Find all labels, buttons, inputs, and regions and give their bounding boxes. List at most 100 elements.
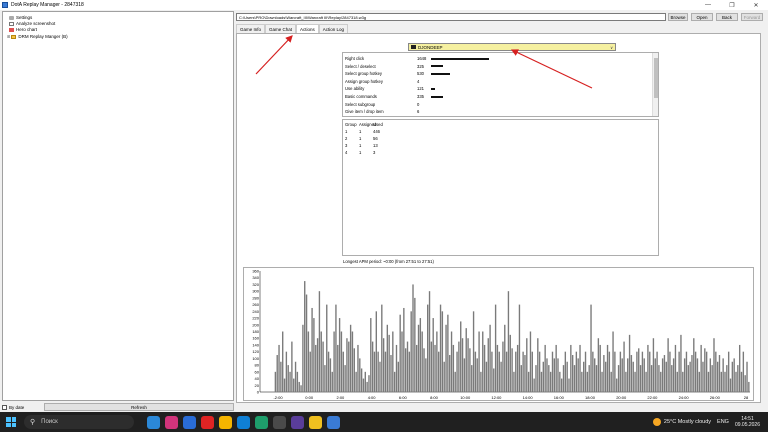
x-tick-label: 16:00 <box>554 395 565 400</box>
by-date-checkbox[interactable] <box>2 404 7 410</box>
apm-bar <box>443 361 445 392</box>
apm-bar <box>527 371 530 392</box>
task-view-icon[interactable] <box>146 415 160 429</box>
apm-bar <box>606 344 609 392</box>
apm-bar <box>412 284 414 392</box>
tree-item-settings[interactable]: Settings <box>9 15 32 20</box>
browse-button[interactable]: Browse <box>668 13 688 21</box>
apm-bar <box>335 304 337 392</box>
dota-replay-manager-icon[interactable] <box>326 415 340 429</box>
apm-bar <box>351 331 354 392</box>
file-explorer-icon[interactable] <box>308 415 322 429</box>
warcraft-icon[interactable] <box>290 415 304 429</box>
apm-bar <box>630 355 633 392</box>
apm-bar <box>535 365 537 392</box>
apm-bar <box>610 371 612 392</box>
open-button[interactable]: Open <box>691 13 713 21</box>
apm-bar <box>375 311 377 392</box>
apm-bar <box>469 348 471 392</box>
chrome-icon[interactable] <box>218 415 232 429</box>
clock[interactable]: 14:51 09.05.2026 <box>735 416 760 428</box>
apm-bar <box>702 361 704 392</box>
expand-icon[interactable]: ⊞ <box>7 34 10 39</box>
tab-action-log[interactable]: Action Log <box>318 24 349 33</box>
back-button[interactable]: Back <box>716 13 738 21</box>
action-row: Select subgroup 0 <box>345 101 431 108</box>
replay-path-input[interactable]: C:\Users\PRO\Downloads\Warcraft_III\Warc… <box>236 13 666 21</box>
app-icon-grey[interactable] <box>272 415 286 429</box>
groups-cell: 1 <box>359 129 362 134</box>
groups-header-row: Group Assigned Used <box>345 122 387 127</box>
tree-item-hero-chart[interactable]: Hero chart <box>9 27 37 32</box>
apm-bar <box>291 341 293 392</box>
action-label: Select / deselect <box>345 63 376 69</box>
apm-bar <box>304 281 306 392</box>
chevron-down-icon[interactable]: ∨ <box>610 45 613 50</box>
app-icon-green[interactable] <box>254 415 268 429</box>
apm-bar <box>621 358 623 392</box>
scrollbar-thumb[interactable] <box>654 58 658 98</box>
forward-button[interactable]: Forward <box>741 13 763 21</box>
refresh-button[interactable]: Refresh <box>44 403 234 411</box>
apm-bar <box>584 351 587 392</box>
tab-game-info[interactable]: Game Info <box>236 24 266 33</box>
apm-bar <box>320 331 322 392</box>
groups-cell: 446 <box>373 129 380 134</box>
x-tick-label: 10:00 <box>460 395 471 400</box>
taskbar-search[interactable]: ⚲ Поиск <box>24 415 134 429</box>
tree-item-analyze-screenshot[interactable]: Analyze screenshot <box>9 21 55 26</box>
action-row: Select group hotkey 530 <box>345 70 450 77</box>
apm-bar <box>700 344 702 392</box>
apm-bar <box>627 358 629 392</box>
facebook-icon[interactable] <box>182 415 196 429</box>
apm-bar <box>654 358 656 392</box>
close-icon[interactable]: ✕ <box>744 0 768 10</box>
apm-bar <box>691 355 693 392</box>
maximize-icon[interactable]: ❐ <box>720 0 744 10</box>
apm-bar <box>643 358 645 392</box>
apm-bar <box>353 348 355 392</box>
action-label: Assign group hotkey <box>345 78 383 84</box>
apm-bar <box>583 361 585 392</box>
action-bar <box>431 87 436 90</box>
replay-tree-panel[interactable]: Settings Analyze screenshot Hero chart ⊞… <box>2 11 234 401</box>
tree-item-replay-folder[interactable]: ⊞ DRM Replay Manger (B) <box>7 34 68 39</box>
actions-scrollbar[interactable] <box>652 53 658 116</box>
youtube-icon[interactable] <box>200 415 214 429</box>
apm-bar <box>408 351 411 392</box>
weather-icon[interactable] <box>652 418 661 426</box>
actions-list[interactable]: Right click 1648 Select / deselect 325 Selec… <box>342 52 659 117</box>
action-label: Basic commands <box>345 94 377 99</box>
flag-icon <box>411 45 416 49</box>
apm-bar <box>748 381 750 392</box>
apm-bar <box>722 358 724 392</box>
apm-bar <box>632 361 634 392</box>
apm-bar <box>533 378 535 392</box>
apm-bar <box>460 321 462 392</box>
tree-item-label: Settings <box>16 15 33 20</box>
weather-text[interactable]: 25°C Mostly cloudy <box>664 419 711 425</box>
action-row: Give item / drop item 6 <box>345 108 431 115</box>
apm-bar <box>674 344 677 392</box>
apm-bar <box>603 355 605 392</box>
window-controls: — ❐ ✕ <box>696 0 768 10</box>
apm-bar <box>364 371 366 392</box>
language-indicator[interactable]: ENG <box>717 419 729 425</box>
instagram-icon[interactable] <box>164 415 178 429</box>
y-tick-label: 280 <box>252 295 259 300</box>
apm-bar <box>395 344 398 392</box>
apm-bar <box>454 371 456 392</box>
apm-bar <box>731 361 734 392</box>
apm-bar <box>577 358 579 392</box>
groups-cell: 3 <box>373 150 376 155</box>
edge-icon[interactable] <box>236 415 250 429</box>
minimize-icon[interactable]: — <box>696 0 720 10</box>
apm-bar <box>742 351 745 392</box>
apm-bar <box>302 324 304 392</box>
apm-bar <box>511 348 513 392</box>
tab-game-chat[interactable]: Game Chat <box>265 24 297 33</box>
player-select[interactable]: DJONDEEP ∨ <box>408 43 616 51</box>
windows-start-icon[interactable] <box>6 417 16 427</box>
apm-bar <box>282 331 284 392</box>
apm-bar <box>360 368 363 392</box>
